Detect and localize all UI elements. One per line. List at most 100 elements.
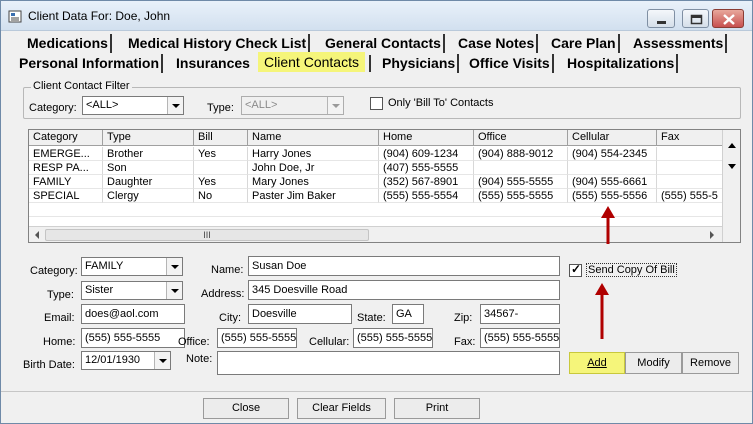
home-phone-field[interactable]: (555) 555-5555 xyxy=(81,328,185,348)
title-bar[interactable]: Client Data For: Doe, John xyxy=(1,1,752,31)
scroll-up-button[interactable] xyxy=(723,137,740,154)
maximize-button[interactable] xyxy=(682,9,709,28)
detail-category-label: Category: xyxy=(30,265,78,277)
close-window-button[interactable] xyxy=(712,9,744,28)
contacts-grid[interactable]: Category Type Bill Name Home Office Cell… xyxy=(28,129,741,243)
detail-type-dropdown[interactable]: Sister xyxy=(81,281,183,300)
arrow-down-icon xyxy=(728,164,736,169)
column-header-office[interactable]: Office xyxy=(474,130,568,146)
chevron-down-icon[interactable] xyxy=(166,258,182,275)
modify-button[interactable]: Modify xyxy=(625,352,682,374)
column-header-category[interactable]: Category xyxy=(29,130,103,146)
filter-category-value: <ALL> xyxy=(86,99,119,111)
filter-type-dropdown[interactable]: <ALL> xyxy=(241,96,344,115)
cell-fax xyxy=(657,175,722,189)
chevron-down-icon[interactable] xyxy=(327,97,343,114)
name-field[interactable]: Susan Doe xyxy=(248,256,560,276)
note-field[interactable] xyxy=(217,351,560,375)
cellular-phone-label: Cellular: xyxy=(309,336,350,348)
cell-name: John Doe, Jr xyxy=(248,161,379,175)
column-header-home[interactable]: Home xyxy=(379,130,474,146)
detail-category-dropdown[interactable]: FAMILY xyxy=(81,257,183,276)
filter-category-label: Category: xyxy=(29,102,77,114)
send-copy-of-bill-checkbox[interactable]: ✓ xyxy=(569,262,582,277)
zip-label: Zip: xyxy=(454,312,473,324)
email-field[interactable]: does@aol.com xyxy=(81,304,185,324)
cell-category: SPECIAL xyxy=(29,189,103,203)
tab-medical-history-check-list[interactable]: Medical History Check List xyxy=(126,34,311,53)
fax-field[interactable]: (555) 555-5555 xyxy=(480,328,560,348)
minimize-button[interactable] xyxy=(647,9,675,28)
chevron-down-icon[interactable] xyxy=(167,97,183,114)
office-phone-field[interactable]: (555) 555-5555 xyxy=(217,328,297,348)
arrow-right-icon[interactable] xyxy=(707,230,717,240)
birth-date-picker[interactable]: 12/01/1930 xyxy=(81,351,171,370)
grid-vertical-scrollbar[interactable] xyxy=(722,130,740,242)
fax-label: Fax: xyxy=(454,336,476,348)
tab-case-notes[interactable]: Case Notes xyxy=(456,34,539,53)
name-label: Name: xyxy=(211,264,244,276)
note-label: Note: xyxy=(186,353,213,365)
filter-group-title: Client Contact Filter xyxy=(31,80,132,92)
print-button[interactable]: Print xyxy=(394,398,480,419)
close-button[interactable]: Close xyxy=(203,398,289,419)
client-data-window: Client Data For: Doe, John Medications M… xyxy=(0,0,753,424)
cell-home: (904) 609-1234 xyxy=(379,147,474,161)
cell-office: (904) 888-9012 xyxy=(474,147,568,161)
close-icon xyxy=(723,14,735,25)
state-field[interactable]: GA xyxy=(392,304,424,324)
tab-insurances[interactable]: Insurances xyxy=(174,54,252,73)
remove-button[interactable]: Remove xyxy=(682,352,739,374)
column-header-bill[interactable]: Bill xyxy=(194,130,248,146)
filter-category-dropdown[interactable]: <ALL> xyxy=(82,96,184,115)
tab-medications[interactable]: Medications xyxy=(25,34,112,53)
tab-assessments[interactable]: Assessments xyxy=(631,34,728,53)
checkmark-icon: ✓ xyxy=(571,262,582,276)
only-bill-to-label: Only 'Bill To' Contacts xyxy=(388,97,494,109)
arrow-left-icon[interactable] xyxy=(32,230,42,240)
horizontal-scroll-thumb[interactable]: III xyxy=(45,229,369,241)
state-label: State: xyxy=(357,312,386,324)
scroll-grip: III xyxy=(203,230,211,240)
tab-personal-information[interactable]: Personal Information xyxy=(17,54,164,73)
address-field[interactable]: 345 Doesville Road xyxy=(248,280,560,300)
add-button-label: Add xyxy=(587,357,607,369)
cell-category: FAMILY xyxy=(29,175,103,189)
cellular-phone-field[interactable]: (555) 555-5555 xyxy=(353,328,433,348)
column-header-fax[interactable]: Fax xyxy=(657,130,722,146)
clear-fields-button[interactable]: Clear Fields xyxy=(297,398,386,419)
tab-care-plan[interactable]: Care Plan xyxy=(549,34,620,53)
filter-type-label: Type: xyxy=(207,102,234,114)
chevron-down-icon[interactable] xyxy=(166,282,182,299)
zip-field[interactable]: 34567- xyxy=(480,304,560,324)
only-bill-to-checkbox[interactable] xyxy=(370,97,383,110)
address-label: Address: xyxy=(201,288,245,300)
city-field[interactable]: Doesville xyxy=(248,304,352,324)
column-header-name[interactable]: Name xyxy=(248,130,379,146)
chevron-down-icon[interactable] xyxy=(154,352,170,369)
add-button[interactable]: Add xyxy=(569,352,625,374)
tab-physicians[interactable]: Physicians xyxy=(380,54,460,73)
cell-name: Paster Jim Baker xyxy=(248,189,379,203)
column-header-cellular[interactable]: Cellular xyxy=(568,130,657,146)
app-icon xyxy=(8,10,22,23)
grid-header: Category Type Bill Name Home Office Cell… xyxy=(29,130,722,146)
cell-office: (904) 555-5555 xyxy=(474,175,568,189)
cell-category: RESP PA... xyxy=(29,161,103,175)
filter-type-value: <ALL> xyxy=(245,99,278,111)
column-header-type[interactable]: Type xyxy=(103,130,194,146)
cell-cellular: (555) 555-5556 xyxy=(568,189,657,203)
birth-date-value: 12/01/1930 xyxy=(85,354,141,366)
cell-office xyxy=(474,161,568,175)
tab-office-visits[interactable]: Office Visits xyxy=(467,54,554,73)
cell-category: EMERGE... xyxy=(29,147,103,161)
tab-general-contacts[interactable]: General Contacts xyxy=(323,34,445,53)
cell-cellular: (904) 554-2345 xyxy=(568,147,657,161)
office-phone-label: Office: xyxy=(178,336,210,348)
cell-bill: Yes xyxy=(194,175,248,189)
tab-hospitalizations[interactable]: Hospitalizations xyxy=(565,54,679,73)
scroll-down-button[interactable] xyxy=(723,158,740,175)
home-phone-label: Home: xyxy=(43,336,76,348)
window-title: Client Data For: Doe, John xyxy=(28,9,171,23)
tab-client-contacts[interactable]: Client Contacts xyxy=(258,52,365,72)
